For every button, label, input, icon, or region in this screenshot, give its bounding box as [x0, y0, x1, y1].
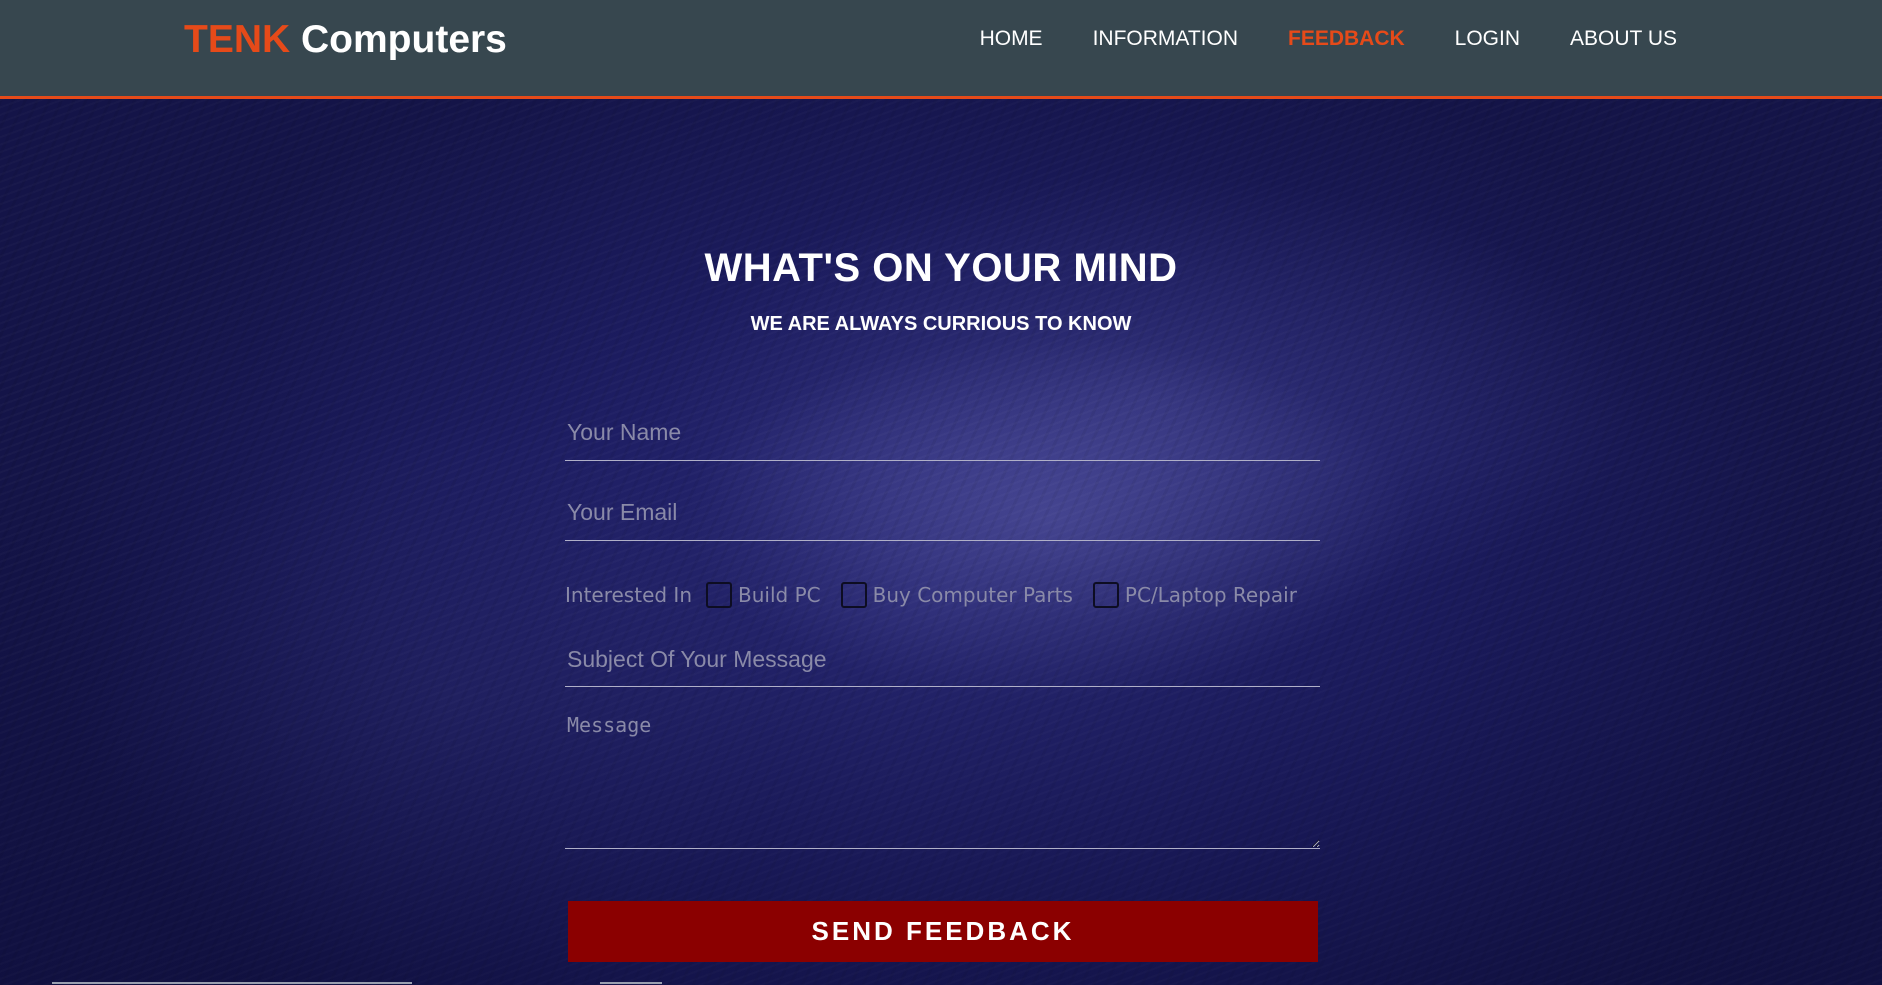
build-pc-checkbox[interactable] — [706, 582, 733, 608]
interested-in-label: Interested In — [565, 583, 693, 607]
buy-parts-label: Buy Computer Parts — [872, 583, 1073, 607]
bottom-divider-short — [600, 982, 662, 984]
page-subtitle: WE ARE ALWAYS CURRIOUS TO KNOW — [750, 313, 1132, 335]
buy-parts-checkbox[interactable] — [840, 582, 867, 608]
page-title: WHAT'S ON YOUR MIND — [704, 246, 1178, 290]
option-buy-computer-parts[interactable]: Buy Computer Parts — [840, 582, 1073, 608]
repair-label: PC/Laptop Repair — [1124, 583, 1297, 607]
bottom-divider — [52, 982, 412, 984]
message-textarea[interactable] — [565, 703, 1320, 849]
nav-about-us[interactable]: ABOUT US — [1570, 24, 1677, 54]
subject-input[interactable] — [565, 633, 1320, 687]
nav-feedback[interactable]: FEEDBACK — [1288, 24, 1405, 54]
site-header: TENK Computers HOME INFORMATION FEEDBACK… — [0, 0, 1882, 99]
option-build-pc[interactable]: Build PC — [706, 582, 821, 608]
brand-accent: TENK — [184, 18, 291, 61]
build-pc-label: Build PC — [738, 583, 821, 607]
email-input[interactable] — [565, 485, 1320, 541]
main-nav: HOME INFORMATION FEEDBACK LOGIN ABOUT US — [930, 24, 1677, 54]
brand-logo[interactable]: TENK Computers — [184, 16, 507, 64]
name-input[interactable] — [565, 405, 1320, 461]
repair-checkbox[interactable] — [1092, 582, 1119, 608]
interests-group: Interested In Build PC Buy Computer Part… — [565, 577, 1320, 613]
nav-login[interactable]: LOGIN — [1455, 24, 1520, 54]
option-repair[interactable]: PC/Laptop Repair — [1092, 582, 1297, 608]
send-feedback-button[interactable]: SEND FEEDBACK — [568, 901, 1318, 962]
nav-home[interactable]: HOME — [980, 24, 1043, 54]
brand-name: Computers — [301, 18, 507, 61]
nav-information[interactable]: INFORMATION — [1093, 24, 1238, 54]
feedback-form: Interested In Build PC Buy Computer Part… — [565, 405, 1320, 962]
